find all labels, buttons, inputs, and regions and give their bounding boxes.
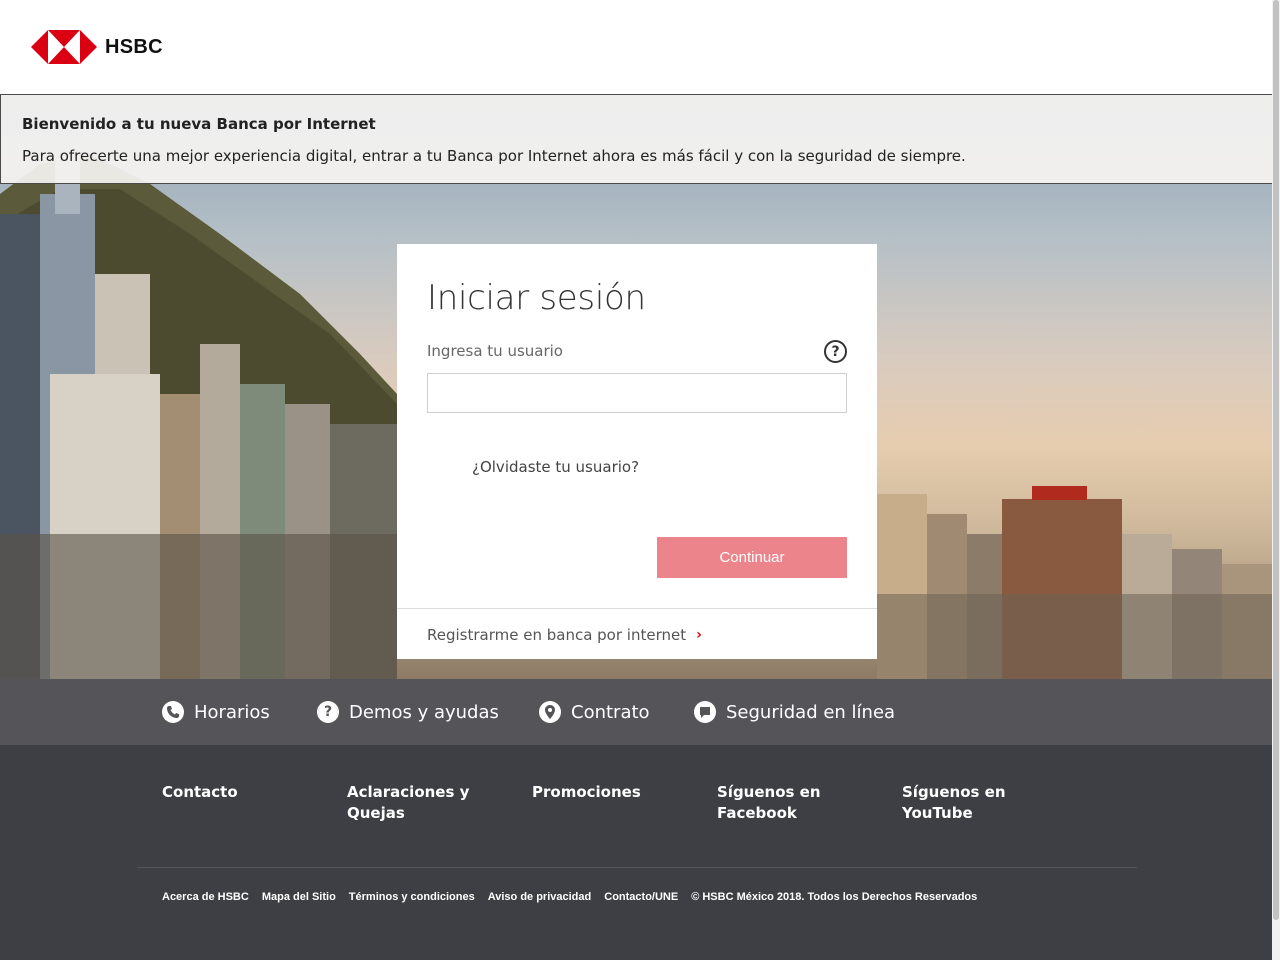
footer-link-contacto-une[interactable]: Contacto/UNE <box>604 891 678 903</box>
footer-link-contacto[interactable]: Contacto <box>162 782 322 803</box>
quick-link-label: Demos y ayudas <box>349 701 499 723</box>
footer-link-aclaraciones[interactable]: Aclaraciones y Quejas <box>347 782 507 824</box>
location-pin-icon <box>539 701 561 723</box>
banner-text: Para ofrecerte una mejor experiencia dig… <box>22 147 966 165</box>
brand-name: HSBC <box>105 35 163 58</box>
quick-link-contrato[interactable]: Contrato <box>539 701 650 723</box>
quick-link-horarios[interactable]: Horarios <box>162 701 270 723</box>
help-icon: ? <box>317 701 339 723</box>
quick-link-seguridad[interactable]: Seguridad en línea <box>694 701 895 723</box>
register-link-label: Registrarme en banca por internet <box>427 626 687 644</box>
forgot-user-link[interactable]: ¿Olvidaste tu usuario? <box>472 458 639 476</box>
welcome-banner: Bienvenido a tu nueva Banca por Internet… <box>0 94 1273 184</box>
footer-link-acerca[interactable]: Acerca de HSBC <box>162 891 249 903</box>
footer-link-youtube[interactable]: Síguenos en YouTube <box>902 782 1012 824</box>
chevron-right-icon: › <box>696 627 702 643</box>
footer-link-facebook[interactable]: Síguenos en Facebook <box>717 782 827 824</box>
scrollbar-thumb[interactable] <box>1273 0 1279 920</box>
continue-button[interactable]: Continuar <box>657 537 847 578</box>
copyright-text: © HSBC México 2018. Todos los Derechos R… <box>691 891 978 903</box>
quick-link-label: Seguridad en línea <box>726 701 896 723</box>
page-scrollbar[interactable] <box>1272 0 1280 960</box>
footer-link-privacidad[interactable]: Aviso de privacidad <box>488 891 592 903</box>
phone-icon <box>162 701 184 723</box>
quick-link-demos[interactable]: ? Demos y ayudas <box>317 701 499 723</box>
footer-link-mapa[interactable]: Mapa del Sitio <box>262 891 336 903</box>
user-field-label: Ingresa tu usuario <box>427 342 563 360</box>
login-card: Iniciar sesión Ingresa tu usuario ? ¿Olv… <box>397 244 877 659</box>
quick-link-label: Contrato <box>571 701 650 723</box>
hexagon-logo-icon <box>31 30 97 64</box>
hsbc-logo[interactable]: HSBC <box>31 29 163 65</box>
header: HSBC <box>0 0 1272 94</box>
user-input[interactable] <box>427 373 847 413</box>
card-divider <box>397 608 877 609</box>
footer: Contacto Aclaraciones y Quejas Promocion… <box>0 745 1272 960</box>
footer-link-promociones[interactable]: Promociones <box>532 782 692 803</box>
footer-bottom-links: Acerca de HSBC Mapa del Sitio Términos y… <box>162 891 977 903</box>
quick-links-bar: Horarios ? Demos y ayudas Contrato Segur… <box>0 679 1272 745</box>
footer-link-terminos[interactable]: Términos y condiciones <box>349 891 475 903</box>
quick-link-label: Horarios <box>194 701 270 723</box>
help-icon[interactable]: ? <box>824 340 847 363</box>
register-link[interactable]: Registrarme en banca por internet › <box>427 626 702 644</box>
banner-title: Bienvenido a tu nueva Banca por Internet <box>22 115 376 133</box>
login-title: Iniciar sesión <box>427 278 646 318</box>
chat-bubble-icon <box>694 701 716 723</box>
footer-divider <box>137 867 1137 868</box>
